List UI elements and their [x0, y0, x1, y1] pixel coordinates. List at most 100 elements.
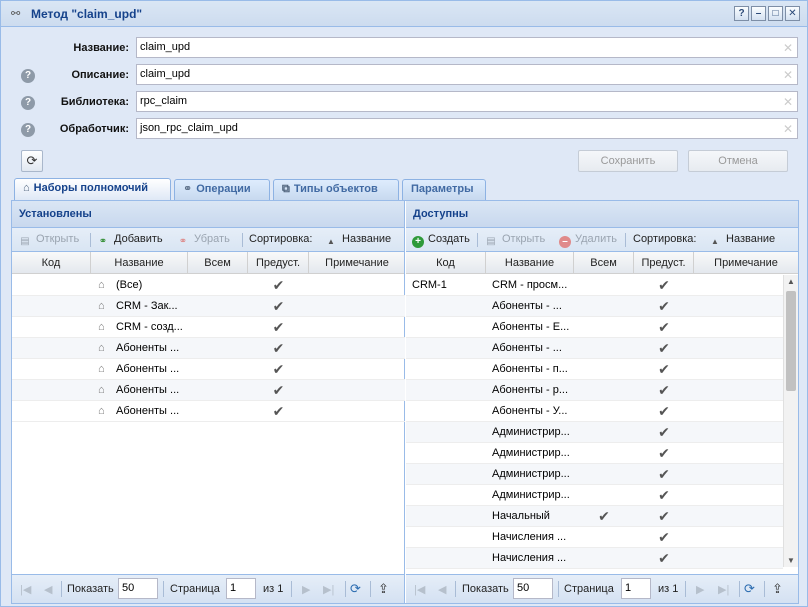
table-row[interactable]: ⌂ CRM - созд... ✔ [12, 317, 405, 338]
cell-text: ✔ [272, 277, 285, 293]
table-row[interactable]: Абоненты - ... ✔ [406, 296, 783, 317]
toolbar-separator [625, 233, 626, 247]
open-button[interactable]: ▤ Открыть [484, 233, 545, 248]
table-row[interactable]: Абоненты - У... ✔ [406, 401, 783, 422]
tab-permission-sets[interactable]: ⌂ Наборы полномочий [14, 178, 171, 200]
toolbar-separator [242, 233, 243, 247]
table-row[interactable]: ⌂ Абоненты ... ✔ [12, 401, 405, 422]
table-row[interactable]: Абоненты - ... ✔ [406, 338, 783, 359]
page-input[interactable]: 1 [621, 578, 651, 599]
installed-pager: |◀ ◀ Показать 50 Страница 1 из 1 ▶ ▶| ⟳ … [12, 574, 404, 603]
available-panel: Доступны + Создать ▤ Открыть – Удалить Сорт… [406, 201, 798, 603]
table-row[interactable]: Абоненты - р... ✔ [406, 380, 783, 401]
cell-name: Администрир... [492, 485, 574, 505]
create-button[interactable]: + Создать [412, 233, 470, 248]
maximize-tool-icon[interactable]: □ [768, 6, 783, 21]
prev-page-icon[interactable]: ◀ [44, 583, 52, 596]
sort-field-button[interactable]: ▲ Название [324, 233, 391, 248]
page-size-input[interactable]: 50 [118, 578, 158, 599]
delete-button[interactable]: – Удалить [559, 233, 617, 248]
column-header-preset[interactable]: Предуст. [634, 252, 694, 274]
column-header-preset[interactable]: Предуст. [248, 252, 309, 274]
table-row[interactable]: Начальный ✔ ✔ [406, 506, 783, 527]
table-row[interactable]: Начисления ... ✔ [406, 548, 783, 569]
table-row[interactable]: Абоненты - Е... ✔ [406, 317, 783, 338]
add-link-icon: ⚭ [98, 236, 108, 247]
column-header-name[interactable]: Название [91, 252, 188, 274]
name-field[interactable]: claim_upd ✕ [136, 37, 798, 58]
sort-field-button[interactable]: ▲ Название [708, 233, 775, 248]
save-button[interactable]: Сохранить [578, 150, 678, 172]
tab-object-types[interactable]: ⧉ Типы объектов [273, 179, 399, 200]
page-input[interactable]: 1 [226, 578, 256, 599]
table-row[interactable]: Администрир... ✔ [406, 485, 783, 506]
open-button[interactable]: ▤ Открыть [18, 233, 79, 248]
cell-text: CRM - просм... [492, 279, 568, 291]
next-page-icon[interactable]: ▶ [302, 583, 310, 596]
table-row[interactable]: ⌂ Абоненты ... ✔ [12, 338, 405, 359]
scroll-thumb[interactable] [786, 291, 796, 391]
page-count-label: из 1 [658, 583, 679, 595]
table-row[interactable]: ⌂ (Все) ✔ [12, 275, 405, 296]
reload-icon[interactable]: ⟳ [744, 581, 755, 597]
page-size-input[interactable]: 50 [513, 578, 553, 599]
cell-code [12, 338, 91, 358]
page-count-label: из 1 [263, 583, 284, 595]
refresh-button[interactable]: ⟳ [21, 150, 43, 172]
library-field[interactable]: rpc_claim ✕ [136, 91, 798, 112]
clear-icon[interactable]: ✕ [783, 68, 793, 82]
last-page-icon[interactable]: ▶| [718, 583, 729, 596]
table-row[interactable]: ⌂ CRM - Зак... ✔ [12, 296, 405, 317]
column-header-name[interactable]: Название [486, 252, 574, 274]
clear-icon[interactable]: ✕ [783, 122, 793, 136]
first-page-icon[interactable]: |◀ [20, 583, 31, 596]
description-field[interactable]: claim_upd ✕ [136, 64, 798, 85]
cell-code [406, 485, 486, 505]
export-icon[interactable]: ⇪ [772, 581, 783, 597]
sort-label: Сортировка: [633, 233, 697, 245]
table-row[interactable]: CRM-1 CRM - просм... ✔ [406, 275, 783, 296]
window-titlebar[interactable]: ⚯ Метод "claim_upd" ? – □ ✕ [1, 1, 807, 27]
table-row[interactable]: Администрир... ✔ [406, 443, 783, 464]
table-row[interactable]: Начисления ... ✔ [406, 527, 783, 548]
close-tool-icon[interactable]: ✕ [785, 6, 800, 21]
column-header-all[interactable]: Всем [188, 252, 248, 274]
cell-note [309, 275, 405, 295]
table-row[interactable]: Администрир... ✔ [406, 464, 783, 485]
scroll-up-icon[interactable]: ▲ [787, 277, 795, 286]
tab-label: Типы объектов [293, 183, 378, 195]
column-header-note[interactable]: Примечание [309, 252, 405, 274]
table-row[interactable]: ⌂ Абоненты ... ✔ [12, 359, 405, 380]
cell-code [406, 527, 486, 547]
cell-code [406, 422, 486, 442]
clear-icon[interactable]: ✕ [783, 41, 793, 55]
table-row[interactable]: Абоненты - п... ✔ [406, 359, 783, 380]
tab-parameters[interactable]: Параметры [402, 179, 486, 200]
scroll-down-icon[interactable]: ▼ [787, 556, 795, 565]
prev-page-icon[interactable]: ◀ [438, 583, 446, 596]
pager-separator [370, 581, 371, 597]
add-button[interactable]: ⚭ Добавить [96, 233, 163, 248]
last-page-icon[interactable]: ▶| [323, 583, 334, 596]
reload-icon[interactable]: ⟳ [350, 581, 361, 597]
toolbar-separator [477, 233, 478, 247]
tab-operations[interactable]: ⚭ Операции [174, 179, 270, 200]
export-icon[interactable]: ⇪ [378, 581, 389, 597]
column-header-code[interactable]: Код [12, 252, 91, 274]
open-icon: ▤ [486, 236, 496, 247]
table-row[interactable]: ⌂ Абоненты ... ✔ [12, 380, 405, 401]
handler-field[interactable]: json_rpc_claim_upd ✕ [136, 118, 798, 139]
first-page-icon[interactable]: |◀ [414, 583, 425, 596]
next-page-icon[interactable]: ▶ [696, 583, 704, 596]
column-header-all[interactable]: Всем [574, 252, 634, 274]
tab-strip: ⌂ Наборы полномочий ⚭ Операции ⧉ Типы объек… [11, 178, 799, 200]
cancel-button[interactable]: Отмена [688, 150, 788, 172]
vertical-scrollbar[interactable]: ▲ ▼ [783, 275, 798, 567]
table-row[interactable]: Администрир... ✔ [406, 422, 783, 443]
help-tool-icon[interactable]: ? [734, 6, 749, 21]
remove-button[interactable]: ⚭ Убрать [176, 233, 230, 248]
column-header-note[interactable]: Примечание [694, 252, 798, 274]
column-header-code[interactable]: Код [406, 252, 486, 274]
clear-icon[interactable]: ✕ [783, 95, 793, 109]
minimize-tool-icon[interactable]: – [751, 6, 766, 21]
